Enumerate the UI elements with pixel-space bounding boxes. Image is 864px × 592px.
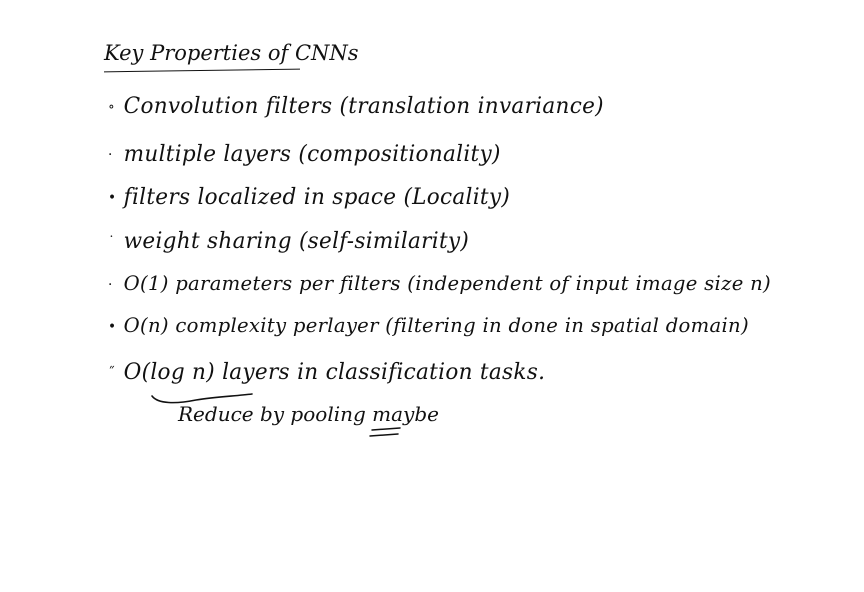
list-item-text: Convolution filters (translation invaria… bbox=[123, 94, 604, 119]
bullet-mark: · bbox=[108, 276, 113, 293]
bullet-mark: ∘ bbox=[108, 99, 116, 115]
pooling-note: Reduce by pooling maybe bbox=[178, 402, 439, 426]
handwritten-note-page: Key Properties of CNNs ∘ Convolution filt… bbox=[0, 0, 864, 592]
list-item-log-layers: ˝ O(log n) layers in classification tasks… bbox=[108, 360, 545, 386]
list-item-convolution: ∘ Convolution filters (translation invari… bbox=[108, 94, 604, 120]
bullet-mark: · bbox=[108, 147, 113, 163]
maybe-underline-1 bbox=[371, 427, 401, 431]
notes-title: Key Properties of CNNs bbox=[104, 41, 359, 65]
list-item-text: weight sharing (self-similarity) bbox=[123, 229, 470, 254]
list-item-text: O(log n) layers in classification tasks. bbox=[123, 360, 546, 385]
bullet-mark: ˝ bbox=[108, 365, 116, 381]
list-item-parameters: · O(1) parameters per filters (independen… bbox=[108, 270, 771, 298]
bullet-mark: • bbox=[108, 190, 117, 206]
list-item-text: O(1) parameters per filters (independent… bbox=[123, 271, 772, 295]
bullet-mark: ˙ bbox=[108, 234, 116, 250]
title-underline bbox=[104, 68, 300, 73]
list-item-text: filters localized in space (Locality) bbox=[123, 185, 511, 210]
list-item-complexity: • O(n) complexity perlayer (filtering in … bbox=[108, 312, 749, 340]
list-item-weight-sharing: ˙ weight sharing (self-similarity) bbox=[108, 229, 469, 255]
maybe-underline-2 bbox=[369, 433, 399, 437]
list-item-locality: • filters localized in space (Locality) bbox=[108, 185, 510, 211]
list-item-text: multiple layers (compositionality) bbox=[123, 142, 501, 167]
bullet-mark: • bbox=[108, 318, 117, 335]
list-item-multiple-layers: · multiple layers (compositionality) bbox=[108, 142, 501, 168]
list-item-text: O(n) complexity perlayer (filtering in d… bbox=[123, 313, 749, 337]
